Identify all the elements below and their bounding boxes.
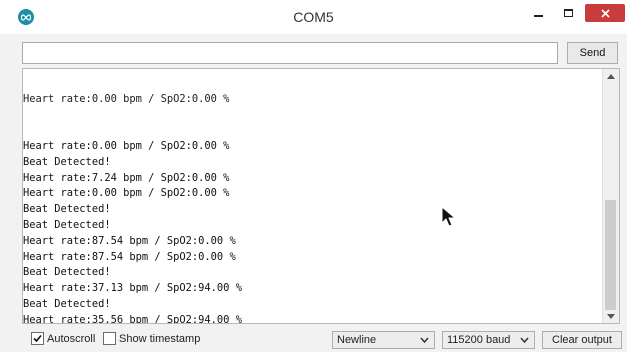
mouse-pointer-icon bbox=[441, 206, 457, 227]
scroll-thumb[interactable] bbox=[605, 200, 616, 310]
send-row: Send bbox=[0, 34, 627, 67]
checkmark-icon bbox=[33, 334, 42, 343]
serial-output[interactable]: Heart rate:0.00 bpm / SpO2:0.00 % Heart … bbox=[22, 68, 620, 324]
output-line: Beat Detected! bbox=[23, 203, 111, 216]
output-line: Heart rate:87.54 bpm / SpO2:0.00 % bbox=[23, 250, 236, 263]
minimize-button[interactable] bbox=[525, 2, 551, 24]
clear-output-button[interactable]: Clear output bbox=[542, 331, 622, 349]
output-line: Heart rate:0.00 bpm / SpO2:0.00 % bbox=[23, 139, 230, 152]
output-line: Beat Detected! bbox=[23, 297, 111, 310]
autoscroll-checkbox[interactable] bbox=[31, 332, 44, 345]
output-lines: Heart rate:0.00 bpm / SpO2:0.00 % Heart … bbox=[23, 69, 242, 324]
output-line: Heart rate:87.54 bpm / SpO2:0.00 % bbox=[23, 234, 236, 247]
output-line: Heart rate:7.24 bpm / SpO2:0.00 % bbox=[23, 171, 230, 184]
output-line: Heart rate:35.56 bpm / SpO2:94.00 % bbox=[23, 313, 242, 324]
close-button[interactable] bbox=[585, 4, 625, 22]
line-ending-value: Newline bbox=[337, 334, 377, 346]
baud-rate-select[interactable]: 115200 baud bbox=[442, 331, 535, 349]
title-bar: COM5 bbox=[0, 0, 627, 34]
show-timestamp-label: Show timestamp bbox=[119, 333, 201, 345]
output-line: Heart rate:37.13 bpm / SpO2:94.00 % bbox=[23, 282, 242, 295]
autoscroll-label: Autoscroll bbox=[47, 333, 96, 345]
chevron-down-icon bbox=[420, 337, 429, 344]
output-line-partial: Heart rate:0.00 bpm / SpO2:0.00 % bbox=[23, 92, 230, 105]
scroll-up-icon[interactable] bbox=[603, 69, 619, 83]
show-timestamp-checkbox[interactable] bbox=[103, 332, 116, 345]
output-line: Beat Detected! bbox=[23, 218, 111, 231]
baud-rate-value: 115200 baud bbox=[447, 334, 511, 346]
serial-monitor-window: COM5 Send Heart rate:0.00 bpm / SpO2:0.0… bbox=[0, 0, 627, 352]
output-line: Beat Detected! bbox=[23, 266, 111, 279]
line-ending-select[interactable]: Newline bbox=[332, 331, 435, 349]
scroll-down-icon[interactable] bbox=[603, 309, 619, 323]
status-bar: Autoscroll Show timestamp Newline 115200… bbox=[0, 326, 627, 352]
maximize-icon bbox=[563, 9, 573, 17]
minimize-icon bbox=[533, 15, 543, 17]
close-icon bbox=[600, 8, 610, 18]
output-line: Heart rate:0.00 bpm / SpO2:0.00 % bbox=[23, 187, 230, 200]
maximize-button[interactable] bbox=[555, 2, 581, 24]
chevron-down-icon bbox=[520, 337, 529, 344]
send-button[interactable]: Send bbox=[567, 42, 618, 64]
output-line: Beat Detected! bbox=[23, 155, 111, 168]
serial-input[interactable] bbox=[22, 42, 558, 64]
vertical-scrollbar[interactable] bbox=[602, 69, 619, 323]
